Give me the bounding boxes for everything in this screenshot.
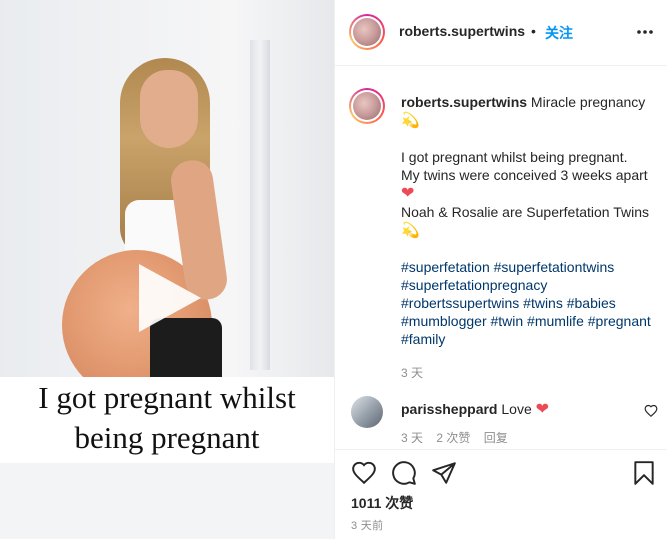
follow-button[interactable]: 关注 bbox=[545, 23, 573, 43]
caption-username[interactable]: roberts.supertwins bbox=[401, 94, 527, 110]
commenter-avatar[interactable] bbox=[351, 396, 383, 428]
video-caption-line1: I got pregnant whilst bbox=[38, 380, 296, 415]
caption: roberts.supertwins Miracle pregnancy 💫 I… bbox=[401, 93, 663, 382]
header-separator: • bbox=[531, 23, 536, 39]
comment-body: Love bbox=[501, 401, 532, 417]
save-icon[interactable] bbox=[631, 460, 657, 486]
video-caption-line2: being pregnant bbox=[74, 420, 260, 455]
share-icon[interactable] bbox=[431, 460, 457, 486]
caption-line2: My twins were conceived 3 weeks apart bbox=[401, 167, 648, 183]
comment-meta: 3 天 2 次赞 回复 bbox=[401, 429, 518, 446]
dizzy-icon-2: 💫 bbox=[401, 222, 420, 239]
more-options-icon[interactable] bbox=[635, 22, 655, 42]
media-bottom bbox=[0, 463, 334, 539]
dizzy-icon: 💫 bbox=[401, 112, 420, 129]
comment-username[interactable]: parissheppard bbox=[401, 401, 497, 417]
caption-age: 3 天 bbox=[401, 366, 424, 380]
post-header: roberts.supertwins • 关注 bbox=[335, 0, 666, 66]
red-heart-icon: ❤ bbox=[401, 185, 415, 202]
post-sidebar: roberts.supertwins • 关注 roberts.supertwi… bbox=[334, 0, 666, 539]
comment-like-icon[interactable] bbox=[644, 404, 658, 418]
post-caption-area: roberts.supertwins Miracle pregnancy 💫 I… bbox=[335, 66, 666, 449]
caption-hashtags[interactable]: #superfetation #superfetationtwins #supe… bbox=[401, 258, 663, 348]
author-avatar[interactable] bbox=[349, 14, 385, 50]
caption-line1: I got pregnant whilst being pregnant. bbox=[401, 149, 628, 165]
caption-line3: Noah & Rosalie are Superfetation Twins bbox=[401, 204, 649, 220]
comment-reply-button[interactable]: 回复 bbox=[484, 431, 508, 445]
play-icon[interactable] bbox=[131, 262, 203, 334]
posted-time[interactable]: 3 天前 bbox=[351, 517, 383, 533]
comment-likes[interactable]: 2 次赞 bbox=[436, 431, 470, 445]
comment: parissheppard Love ❤ bbox=[401, 399, 549, 419]
author-username[interactable]: roberts.supertwins bbox=[399, 23, 525, 39]
doorframe bbox=[250, 40, 270, 370]
post-media[interactable]: I got pregnant whilst being pregnant bbox=[0, 0, 334, 539]
person-face bbox=[140, 70, 198, 148]
comment-icon[interactable] bbox=[391, 460, 417, 486]
caption-title: Miracle pregnancy bbox=[530, 94, 646, 110]
comment-age: 3 天 bbox=[401, 431, 424, 445]
action-bar: 1011 次赞 3 天前 bbox=[335, 449, 666, 539]
video-caption: I got pregnant whilst being pregnant bbox=[0, 378, 334, 458]
like-icon[interactable] bbox=[351, 460, 377, 486]
caption-avatar[interactable] bbox=[349, 88, 385, 124]
like-count[interactable]: 1011 次赞 bbox=[351, 493, 413, 513]
comment-heart-icon: ❤ bbox=[535, 401, 550, 418]
